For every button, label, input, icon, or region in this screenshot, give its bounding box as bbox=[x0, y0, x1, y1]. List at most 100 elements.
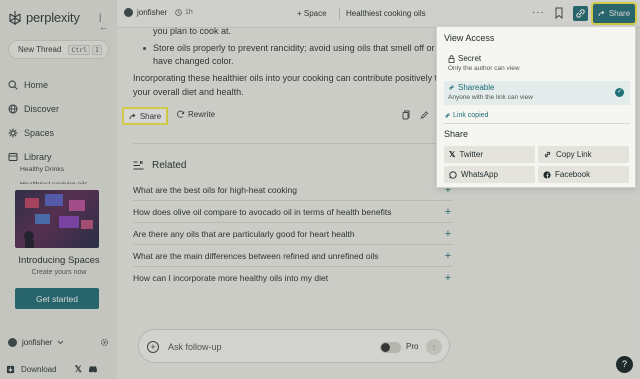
rewrite-icon bbox=[177, 110, 185, 118]
share-whatsapp-label: WhatsApp bbox=[461, 170, 498, 179]
access-option-title: Shareable bbox=[448, 83, 494, 92]
bullet-marker bbox=[143, 47, 146, 50]
answer-share-button[interactable]: Share bbox=[122, 107, 168, 125]
answer-text: you plan to cook at. bbox=[153, 26, 232, 36]
access-option-desc: Only the author can view bbox=[448, 65, 520, 72]
sidebar-item-label: Home bbox=[24, 80, 49, 90]
sidebar-item-label: Library bbox=[24, 152, 52, 162]
follow-up-box: + Pro ↑ bbox=[138, 329, 450, 363]
sidebar-nav: Home Discover Spaces Library bbox=[8, 73, 110, 169]
rewrite-button[interactable]: Rewrite bbox=[176, 110, 215, 119]
help-button[interactable]: ? bbox=[616, 356, 633, 373]
more-options-icon[interactable]: ··· bbox=[532, 7, 545, 18]
follow-up-input[interactable] bbox=[168, 340, 368, 354]
gear-icon[interactable] bbox=[100, 338, 109, 347]
link-copied-status: Link copied bbox=[444, 112, 488, 119]
search-icon bbox=[8, 80, 18, 90]
shortcut-key-i: I bbox=[92, 44, 102, 55]
library-icon bbox=[8, 153, 18, 161]
related-question-text: How does olive oil compare to avocado oi… bbox=[133, 206, 392, 217]
check-icon: ✓ bbox=[615, 88, 624, 97]
share-button[interactable]: Share bbox=[591, 2, 637, 25]
pro-toggle[interactable] bbox=[380, 342, 401, 353]
copy-icon[interactable] bbox=[401, 110, 410, 120]
related-question[interactable]: What are the best oils for high-heat coo… bbox=[133, 179, 453, 201]
access-option-label: Secret bbox=[458, 54, 482, 63]
shortcut-key-ctrl: Ctrl bbox=[68, 44, 91, 55]
library-item[interactable]: Healthy Drinks bbox=[20, 164, 114, 179]
plus-icon[interactable]: + bbox=[443, 272, 453, 284]
topbar: jonfisher 1h + Space Healthiest cooking … bbox=[117, 0, 640, 28]
answer-text: Incorporating these healthier oils into … bbox=[133, 73, 443, 83]
sidebar-item-home[interactable]: Home bbox=[8, 73, 110, 97]
thread-author-name: jonfisher bbox=[137, 8, 168, 17]
download-icon bbox=[6, 365, 15, 373]
access-option-shareable[interactable]: Shareable Anyone with the link can view … bbox=[444, 81, 630, 105]
view-access-heading: View Access bbox=[444, 33, 495, 43]
related-question[interactable]: How can I incorporate more healthy oils … bbox=[133, 267, 453, 289]
download-row: Download 𝕏 bbox=[6, 362, 112, 376]
link-copied-label: Link copied bbox=[453, 112, 489, 119]
user-menu[interactable]: jonfisher bbox=[8, 335, 112, 349]
collapse-sidebar-icon[interactable]: |← bbox=[99, 12, 109, 32]
attach-plus-icon[interactable]: + bbox=[147, 341, 159, 353]
related-heading: Related bbox=[133, 160, 186, 171]
access-option-title: Secret bbox=[448, 54, 481, 63]
share-arrow-icon bbox=[598, 10, 605, 17]
thread-time: 1h bbox=[175, 9, 193, 16]
access-option-secret[interactable]: Secret Only the author can view bbox=[444, 52, 630, 76]
copy-link-button[interactable] bbox=[573, 6, 588, 21]
thread-title: Healthiest cooking oils bbox=[346, 9, 426, 18]
share-facebook-label: Facebook bbox=[555, 170, 591, 179]
send-arrow-icon[interactable]: ↑ bbox=[426, 339, 442, 355]
plus-icon[interactable]: + bbox=[443, 206, 453, 218]
perplexity-logo-icon bbox=[9, 10, 21, 25]
logo[interactable]: perplexity bbox=[9, 10, 80, 25]
edit-icon[interactable] bbox=[420, 110, 429, 120]
shortcut-keys: Ctrl I bbox=[68, 44, 102, 55]
x-icon[interactable]: 𝕏 bbox=[75, 364, 82, 375]
share-popover: View Access Secret Only the author can v… bbox=[436, 26, 636, 188]
get-started-button[interactable]: Get started bbox=[15, 288, 99, 309]
download-link[interactable]: Download bbox=[21, 365, 57, 374]
share-arrow-icon bbox=[129, 113, 136, 119]
thread-author[interactable]: jonfisher bbox=[124, 8, 167, 17]
copy-link-option-button[interactable]: Copy Link bbox=[538, 146, 629, 163]
sidebar: perplexity |← New Thread Ctrl I Home Dis… bbox=[0, 0, 117, 379]
clock-icon bbox=[175, 9, 182, 16]
bookmark-icon[interactable] bbox=[554, 7, 564, 19]
share-facebook-button[interactable]: Facebook bbox=[538, 166, 629, 183]
link-icon bbox=[449, 85, 454, 90]
link-icon bbox=[544, 151, 551, 158]
rewrite-label: Rewrite bbox=[188, 110, 216, 119]
link-icon bbox=[576, 9, 585, 18]
avatar bbox=[8, 337, 17, 347]
share-twitter-label: Twitter bbox=[459, 150, 484, 159]
related-question-text: What are the best oils for high-heat coo… bbox=[133, 184, 297, 195]
share-twitter-button[interactable]: 𝕏 Twitter bbox=[444, 146, 535, 163]
promo-title: Introducing Spaces bbox=[18, 255, 100, 266]
add-to-space-button[interactable]: + Space bbox=[297, 9, 327, 18]
new-thread-button[interactable]: New Thread Ctrl I bbox=[8, 40, 109, 59]
plus-icon[interactable]: + bbox=[443, 228, 453, 240]
promo-illustration bbox=[24, 194, 93, 248]
related-question[interactable]: Are there any oils that are particularly… bbox=[133, 223, 453, 245]
spaces-icon bbox=[8, 128, 18, 138]
topbar-divider bbox=[339, 8, 340, 20]
section-divider bbox=[133, 143, 451, 144]
plus-icon[interactable]: + bbox=[443, 250, 453, 262]
related-question[interactable]: What are the main differences between re… bbox=[133, 245, 453, 267]
sidebar-item-spaces[interactable]: Spaces bbox=[8, 121, 110, 145]
thread-time-label: 1h bbox=[185, 9, 193, 16]
lock-icon bbox=[448, 54, 455, 63]
answer-text: Store oils properly to prevent rancidity… bbox=[153, 43, 435, 53]
discord-icon[interactable] bbox=[88, 365, 98, 373]
sidebar-item-discover[interactable]: Discover bbox=[8, 97, 110, 121]
facebook-icon bbox=[543, 170, 551, 179]
avatar bbox=[124, 8, 133, 17]
share-whatsapp-button[interactable]: WhatsApp bbox=[444, 166, 535, 183]
x-icon: 𝕏 bbox=[449, 150, 456, 159]
answer-share-label: Share bbox=[139, 111, 162, 121]
related-question-text: What are the main differences between re… bbox=[133, 250, 379, 261]
related-question[interactable]: How does olive oil compare to avocado oi… bbox=[133, 201, 453, 223]
